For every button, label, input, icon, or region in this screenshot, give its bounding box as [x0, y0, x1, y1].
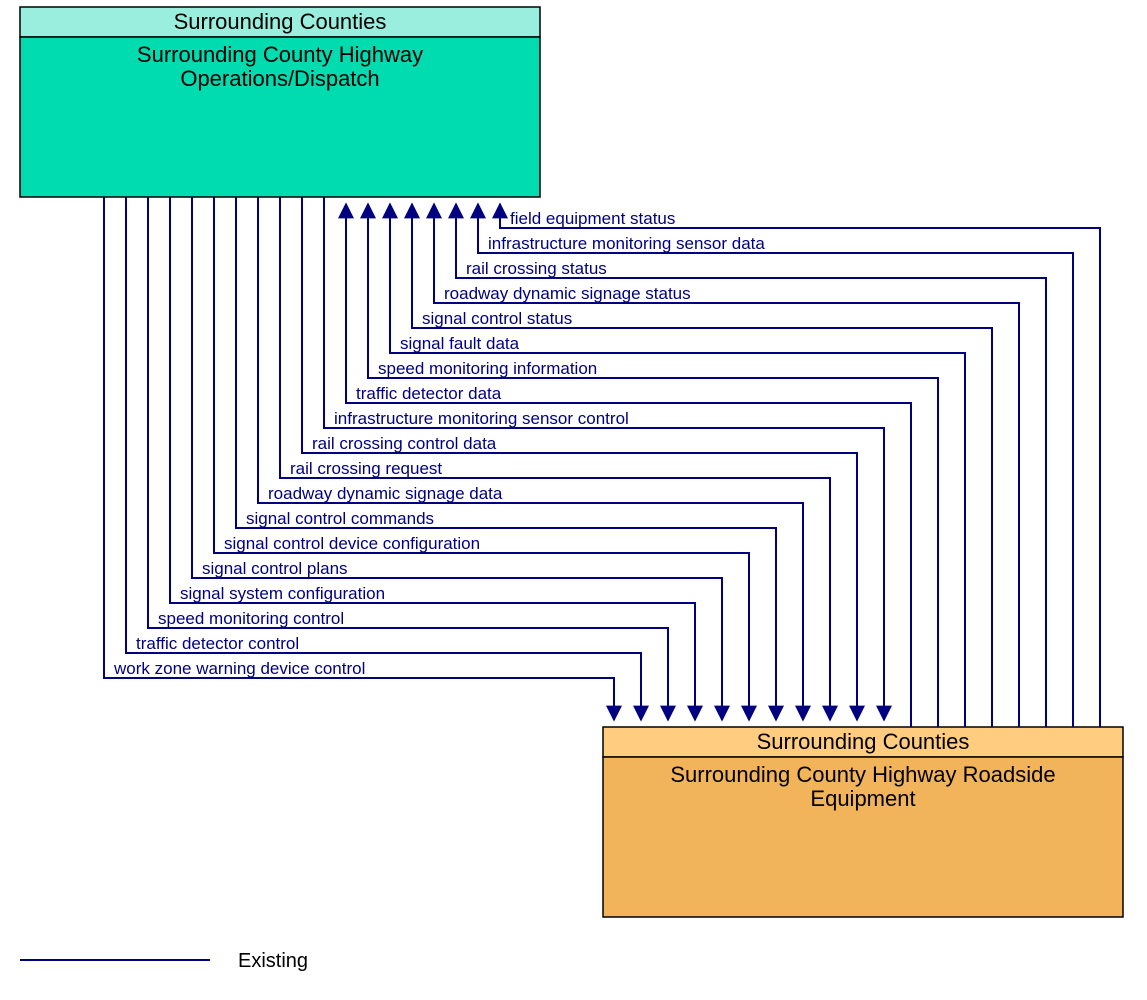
flow-label: roadway dynamic signage status	[444, 284, 691, 303]
flow-label: work zone warning device control	[113, 659, 365, 678]
top-entity-title-line2: Operations/Dispatch	[180, 66, 379, 91]
flows-group: field equipment status infrastructure mon…	[104, 197, 1100, 727]
flow-label: rail crossing status	[466, 259, 607, 278]
flow-label: signal control commands	[246, 509, 434, 528]
flow-label: infrastructure monitoring sensor control	[334, 409, 629, 428]
flow-label: infrastructure monitoring sensor data	[488, 234, 765, 253]
flow-line-to-top	[390, 204, 965, 727]
bottom-entity-title-line1: Surrounding County Highway Roadside	[670, 762, 1055, 787]
flow-label: signal fault data	[400, 334, 520, 353]
flow-label: traffic detector control	[136, 634, 299, 653]
flow-line-to-top	[434, 204, 1019, 727]
legend-label: Existing	[238, 950, 308, 972]
top-entity-header-text: Surrounding Counties	[174, 9, 387, 34]
flow-label: rail crossing control data	[312, 434, 497, 453]
flow-label: traffic detector data	[356, 384, 502, 403]
flow-line-to-top	[412, 204, 992, 727]
flow-label: signal system configuration	[180, 584, 385, 603]
legend: Existing	[20, 950, 308, 972]
flow-label: field equipment status	[510, 209, 675, 228]
bottom-entity-title-line2: Equipment	[810, 786, 915, 811]
top-entity: Surrounding Counties Surrounding County …	[20, 7, 540, 197]
flow-line-to-top	[368, 204, 938, 727]
top-entity-title-line1: Surrounding County Highway	[137, 42, 423, 67]
flow-line-to-top	[456, 204, 1046, 727]
flow-line-to-top	[500, 204, 1100, 727]
flow-label: speed monitoring information	[378, 359, 597, 378]
flow-label: signal control device configuration	[224, 534, 480, 553]
flow-label: signal control plans	[202, 559, 348, 578]
architecture-flow-diagram: Surrounding Counties Surrounding County …	[0, 0, 1147, 1000]
flow-label: roadway dynamic signage data	[268, 484, 503, 503]
flow-label: rail crossing request	[290, 459, 442, 478]
flow-label: speed monitoring control	[158, 609, 344, 628]
flow-label: signal control status	[422, 309, 572, 328]
bottom-entity: Surrounding Counties Surrounding County …	[603, 727, 1123, 917]
bottom-entity-header-text: Surrounding Counties	[757, 729, 970, 754]
